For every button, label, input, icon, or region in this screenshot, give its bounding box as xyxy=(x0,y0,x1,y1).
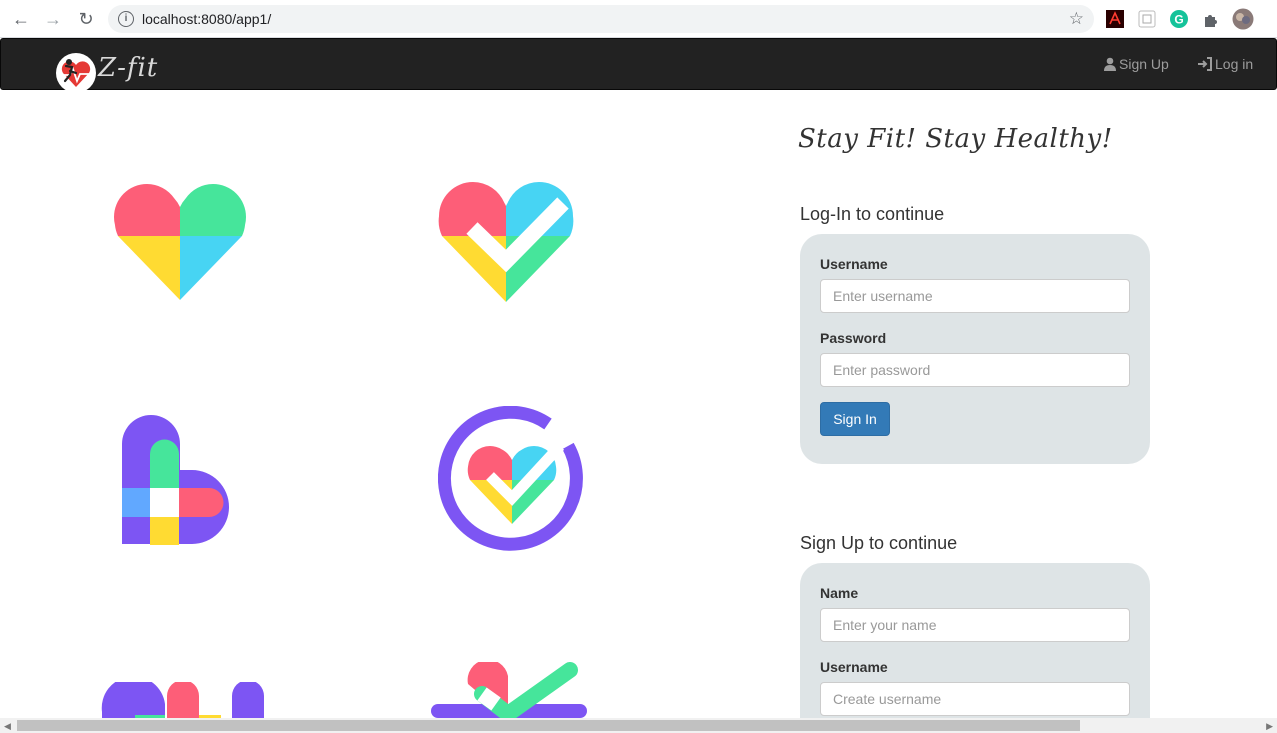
sign-in-button[interactable]: Sign In xyxy=(820,402,890,436)
heart-check-icon xyxy=(438,182,574,302)
horizontal-scrollbar[interactable]: ◀ ▶ xyxy=(0,718,1277,733)
app-navbar: Z-fit Sign Up Log in xyxy=(0,38,1277,93)
signup-name-label: Name xyxy=(820,585,859,601)
signup-name-input[interactable] xyxy=(820,608,1130,642)
forward-icon[interactable]: → xyxy=(42,8,64,30)
nav-login-label: Log in xyxy=(1215,56,1254,72)
back-icon[interactable]: ← xyxy=(10,8,32,30)
grammarly-icon[interactable]: G xyxy=(1169,9,1189,29)
ring-heart-check-icon xyxy=(438,406,583,551)
nav-login-link[interactable]: Log in xyxy=(1197,56,1253,72)
brand-logo-icon xyxy=(56,53,96,93)
signup-panel: Name Username xyxy=(800,563,1150,733)
extensions-puzzle-icon[interactable] xyxy=(1201,9,1221,29)
scroll-left-arrow-icon[interactable]: ◀ xyxy=(4,721,11,732)
login-username-input[interactable] xyxy=(820,279,1130,313)
login-password-input[interactable] xyxy=(820,353,1130,387)
bookmark-star-icon[interactable]: ☆ xyxy=(1069,9,1084,29)
login-password-label: Password xyxy=(820,330,887,346)
partial-heart-check-icon xyxy=(431,662,587,718)
nav-signup-link[interactable]: Sign Up xyxy=(1103,56,1169,72)
quartered-heart-icon xyxy=(114,184,246,300)
signup-section-title: Sign Up to continue xyxy=(800,533,958,553)
signup-username-label: Username xyxy=(820,659,888,675)
profile-avatar[interactable] xyxy=(1232,8,1254,30)
login-section-title: Log-In to continue xyxy=(800,204,945,224)
site-info-icon[interactable]: i xyxy=(118,11,134,27)
reload-icon[interactable]: ↻ xyxy=(75,8,97,30)
browser-toolbar: ← → ↻ i localhost:8080/app1/ ☆ G xyxy=(0,0,1277,38)
tagline: Stay Fit! Stay Healthy! xyxy=(798,124,1113,154)
login-icon xyxy=(1198,57,1212,71)
login-panel: Username Password Sign In xyxy=(800,234,1150,464)
svg-text:G: G xyxy=(1174,13,1183,27)
pdf-extension-icon[interactable] xyxy=(1105,9,1125,29)
scrollbar-thumb[interactable] xyxy=(17,720,1080,731)
mosaic-heart-icon xyxy=(122,415,229,545)
address-url[interactable]: localhost:8080/app1/ xyxy=(142,11,271,27)
signup-username-input[interactable] xyxy=(820,682,1130,716)
brand-name: Z-fit xyxy=(98,53,159,83)
partial-mosaic-icon xyxy=(101,682,264,718)
user-icon xyxy=(1104,57,1116,71)
extension-icon[interactable] xyxy=(1137,9,1157,29)
login-username-label: Username xyxy=(820,256,888,272)
scroll-right-arrow-icon[interactable]: ▶ xyxy=(1266,721,1273,732)
address-bar[interactable]: i localhost:8080/app1/ ☆ xyxy=(108,5,1094,33)
nav-signup-label: Sign Up xyxy=(1119,56,1169,72)
